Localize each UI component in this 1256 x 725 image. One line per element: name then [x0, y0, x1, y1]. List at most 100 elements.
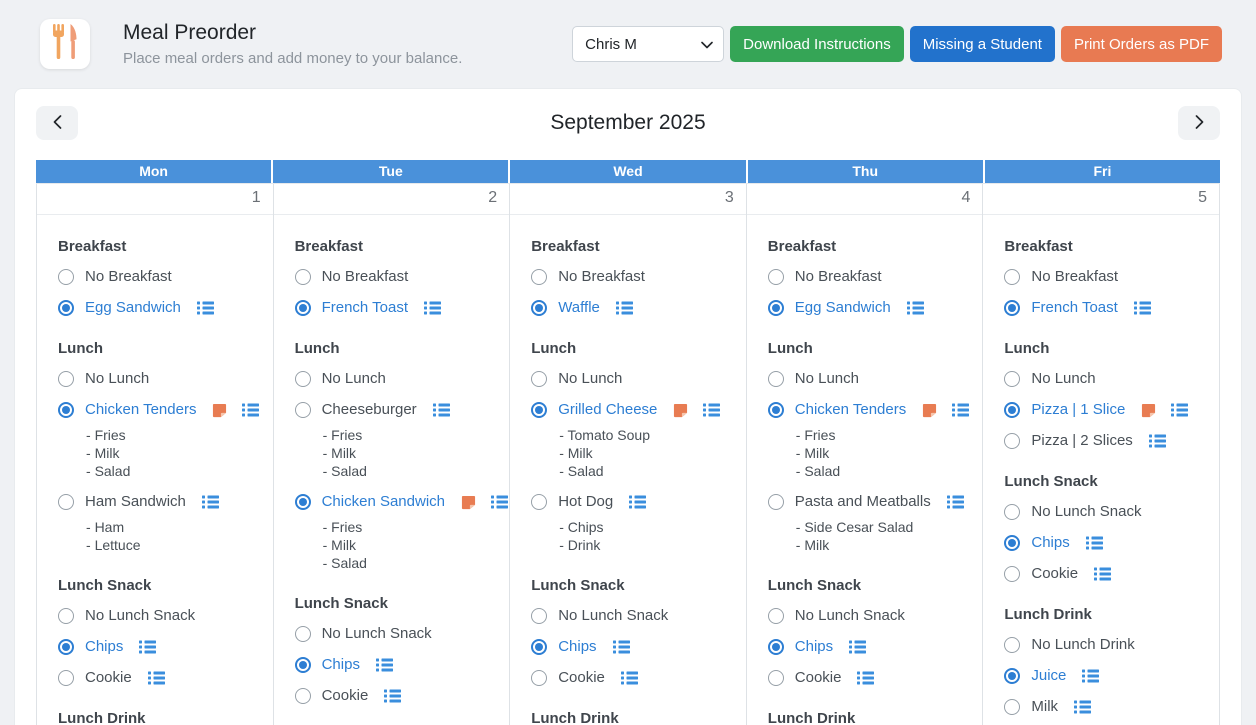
ingredients-list-icon[interactable]	[703, 403, 720, 417]
ingredients-list-icon[interactable]	[1086, 536, 1103, 550]
radio-button[interactable]	[58, 269, 74, 285]
meal-option[interactable]: Egg Sandwich	[747, 299, 983, 317]
meal-option[interactable]: Cookie	[747, 669, 983, 687]
meal-option[interactable]: No Lunch Drink	[983, 636, 1219, 654]
radio-button[interactable]	[1004, 637, 1020, 653]
ingredients-list-icon[interactable]	[384, 689, 401, 703]
radio-button[interactable]	[58, 300, 74, 316]
radio-button[interactable]	[58, 670, 74, 686]
ingredients-list-icon[interactable]	[376, 658, 393, 672]
radio-button[interactable]	[768, 269, 784, 285]
radio-button[interactable]	[1004, 566, 1020, 582]
ingredients-list-icon[interactable]	[907, 301, 924, 315]
meal-option[interactable]: Cheeseburger	[274, 401, 510, 419]
meal-option[interactable]: Ham Sandwich	[37, 493, 273, 511]
radio-button[interactable]	[1004, 535, 1020, 551]
radio-button[interactable]	[768, 371, 784, 387]
ingredients-list-icon[interactable]	[197, 301, 214, 315]
meal-option[interactable]: No Lunch	[747, 370, 983, 388]
meal-option[interactable]: No Breakfast	[983, 268, 1219, 286]
ingredients-list-icon[interactable]	[433, 403, 450, 417]
meal-option[interactable]: No Breakfast	[37, 268, 273, 286]
radio-button[interactable]	[768, 402, 784, 418]
meal-option[interactable]: No Breakfast	[274, 268, 510, 286]
meal-option[interactable]: Cookie	[274, 687, 510, 705]
meal-option[interactable]: No Lunch Snack	[510, 607, 746, 625]
ingredients-list-icon[interactable]	[613, 640, 630, 654]
radio-button[interactable]	[768, 670, 784, 686]
ingredients-list-icon[interactable]	[1171, 403, 1188, 417]
meal-option[interactable]: Chips	[510, 638, 746, 656]
ingredients-list-icon[interactable]	[202, 495, 219, 509]
radio-button[interactable]	[295, 371, 311, 387]
meal-option[interactable]: Cookie	[510, 669, 746, 687]
meal-option[interactable]: No Lunch Snack	[983, 503, 1219, 521]
radio-button[interactable]	[295, 494, 311, 510]
radio-button[interactable]	[1004, 504, 1020, 520]
radio-button[interactable]	[768, 300, 784, 316]
radio-button[interactable]	[58, 402, 74, 418]
meal-option[interactable]: No Lunch	[274, 370, 510, 388]
ingredients-list-icon[interactable]	[1134, 301, 1151, 315]
note-icon[interactable]	[461, 495, 476, 510]
meal-option[interactable]: Juice	[983, 667, 1219, 685]
ingredients-list-icon[interactable]	[952, 403, 969, 417]
radio-button[interactable]	[531, 269, 547, 285]
radio-button[interactable]	[295, 402, 311, 418]
ingredients-list-icon[interactable]	[849, 640, 866, 654]
radio-button[interactable]	[531, 608, 547, 624]
radio-button[interactable]	[58, 639, 74, 655]
radio-button[interactable]	[295, 626, 311, 642]
ingredients-list-icon[interactable]	[621, 671, 638, 685]
radio-button[interactable]	[58, 608, 74, 624]
radio-button[interactable]	[1004, 371, 1020, 387]
missing-student-button[interactable]: Missing a Student	[910, 26, 1055, 62]
meal-option[interactable]: No Lunch	[37, 370, 273, 388]
radio-button[interactable]	[1004, 668, 1020, 684]
ingredients-list-icon[interactable]	[1094, 567, 1111, 581]
meal-option[interactable]: No Breakfast	[747, 268, 983, 286]
previous-month-button[interactable]	[36, 106, 78, 140]
radio-button[interactable]	[1004, 433, 1020, 449]
ingredients-list-icon[interactable]	[242, 403, 259, 417]
radio-button[interactable]	[58, 494, 74, 510]
meal-option[interactable]: No Lunch Snack	[747, 607, 983, 625]
meal-option[interactable]: No Lunch	[983, 370, 1219, 388]
radio-button[interactable]	[1004, 300, 1020, 316]
radio-button[interactable]	[295, 300, 311, 316]
radio-button[interactable]	[58, 371, 74, 387]
meal-option[interactable]: French Toast	[274, 299, 510, 317]
meal-option[interactable]: Cookie	[983, 565, 1219, 583]
meal-option[interactable]: Chips	[37, 638, 273, 656]
meal-option[interactable]: Chips	[747, 638, 983, 656]
download-instructions-button[interactable]: Download Instructions	[730, 26, 904, 62]
radio-button[interactable]	[531, 371, 547, 387]
ingredients-list-icon[interactable]	[857, 671, 874, 685]
meal-option[interactable]: Waffle	[510, 299, 746, 317]
ingredients-list-icon[interactable]	[148, 671, 165, 685]
radio-button[interactable]	[531, 494, 547, 510]
meal-option[interactable]: Chicken Tenders	[37, 401, 273, 419]
radio-button[interactable]	[531, 402, 547, 418]
ingredients-list-icon[interactable]	[491, 495, 508, 509]
note-icon[interactable]	[212, 403, 227, 418]
radio-button[interactable]	[295, 269, 311, 285]
radio-button[interactable]	[768, 494, 784, 510]
radio-button[interactable]	[295, 657, 311, 673]
ingredients-list-icon[interactable]	[616, 301, 633, 315]
meal-option[interactable]: Grilled Cheese	[510, 401, 746, 419]
radio-button[interactable]	[531, 639, 547, 655]
print-orders-pdf-button[interactable]: Print Orders as PDF	[1061, 26, 1222, 62]
ingredients-list-icon[interactable]	[139, 640, 156, 654]
student-select[interactable]: Chris M	[572, 26, 724, 62]
radio-button[interactable]	[1004, 699, 1020, 715]
next-month-button[interactable]	[1178, 106, 1220, 140]
meal-option[interactable]: Chips	[983, 534, 1219, 552]
meal-option[interactable]: Chicken Tenders	[747, 401, 983, 419]
radio-button[interactable]	[1004, 269, 1020, 285]
meal-option[interactable]: Milk	[983, 698, 1219, 716]
meal-option[interactable]: No Lunch Snack	[274, 625, 510, 643]
meal-option[interactable]: No Lunch	[510, 370, 746, 388]
ingredients-list-icon[interactable]	[947, 495, 964, 509]
ingredients-list-icon[interactable]	[1074, 700, 1091, 714]
